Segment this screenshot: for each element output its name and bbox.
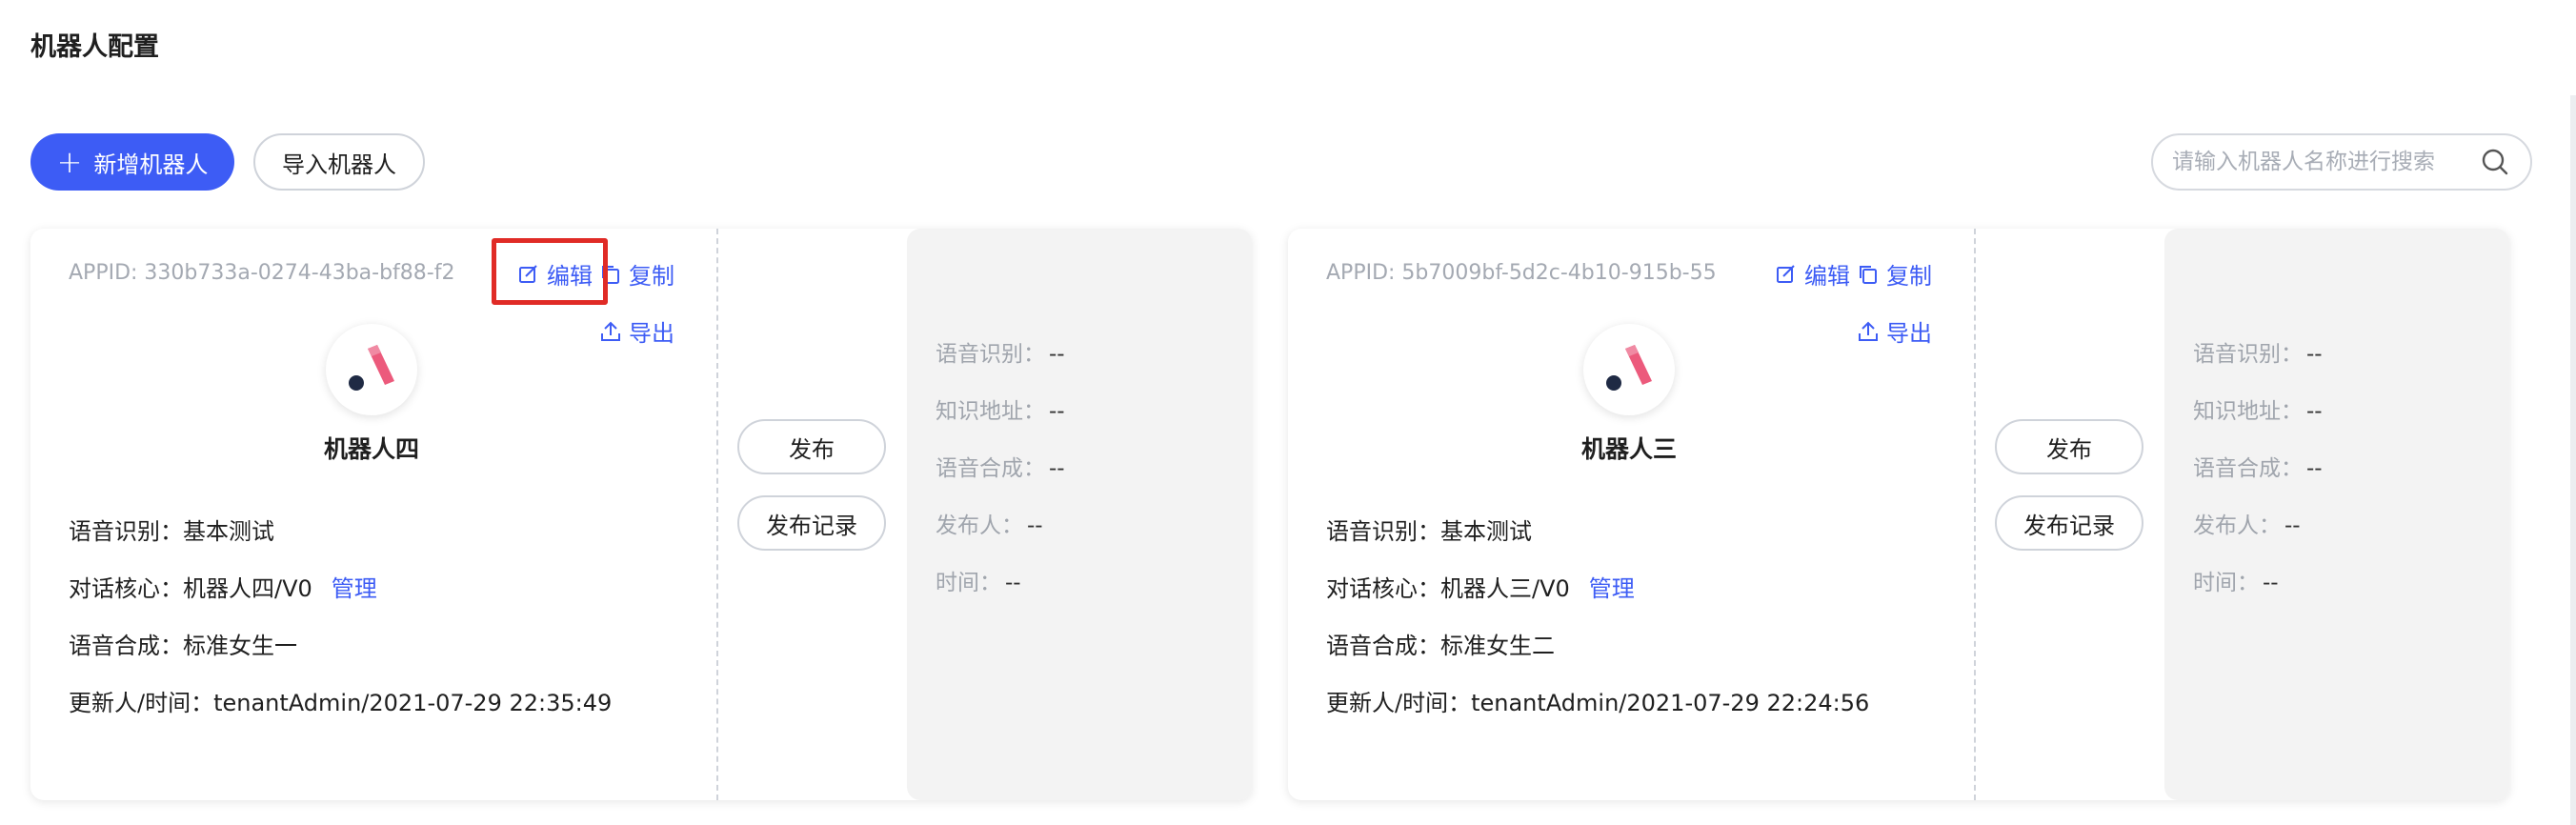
page-title: 机器人配置 xyxy=(30,32,159,62)
robot-name: 机器人三 xyxy=(1580,435,1677,463)
robot-avatar xyxy=(1583,324,1675,415)
side-row: 时间： -- xyxy=(936,571,1021,595)
copy-label: 复制 xyxy=(1886,263,1932,290)
robot-logo-icon xyxy=(349,345,394,391)
card-actions: 发布 发布记录 xyxy=(718,229,907,800)
publish-button[interactable]: 发布 xyxy=(737,419,886,474)
edit-label: 编辑 xyxy=(547,263,593,290)
copy-link[interactable]: 复制 xyxy=(600,257,674,291)
side-row: 语音识别： -- xyxy=(2193,342,2323,367)
card-main: APPID: 5b7009bf-5d2c-4b10-915b-55 编辑 复制 … xyxy=(1288,229,1974,800)
export-label: 导出 xyxy=(629,320,674,347)
updated-info: 更新人/时间：tenantAdmin/2021-07-29 22:35:49 xyxy=(69,690,613,716)
side-row: 语音合成： -- xyxy=(2193,456,2323,481)
robot-card: APPID: 5b7009bf-5d2c-4b10-915b-55 编辑 复制 … xyxy=(1288,229,2509,800)
export-icon xyxy=(601,321,620,341)
add-robot-label: 新增机器人 xyxy=(93,151,209,178)
tts-info: 语音合成：标准女生二 xyxy=(1326,633,1555,659)
dialog-info: 对话核心：机器人三/V0 管理 xyxy=(1326,570,1635,603)
side-row: 时间： -- xyxy=(2193,571,2279,595)
add-robot-button[interactable]: + 新增机器人 xyxy=(30,133,234,191)
updated-info: 更新人/时间：tenantAdmin/2021-07-29 22:24:56 xyxy=(1326,690,1870,716)
edit-icon xyxy=(519,264,537,283)
edit-icon xyxy=(1777,264,1795,283)
card-main: APPID: 330b733a-0274-43ba-bf88-f2 编辑 复制 … xyxy=(30,229,716,800)
copy-link[interactable]: 复制 xyxy=(1858,257,1932,291)
search-input[interactable] xyxy=(2172,150,2479,174)
scrollbar[interactable] xyxy=(2570,95,2576,825)
side-row: 知识地址： -- xyxy=(936,399,1065,424)
edit-label: 编辑 xyxy=(1804,263,1850,290)
card-actions: 发布 发布记录 xyxy=(1976,229,2164,800)
copy-icon xyxy=(1860,265,1877,284)
copy-icon xyxy=(602,265,619,284)
side-row: 语音识别： -- xyxy=(936,342,1065,367)
plus-icon: + xyxy=(56,144,83,180)
dialog-text: 对话核心：机器人三/V0 xyxy=(1326,575,1570,602)
export-link[interactable]: 导出 xyxy=(1858,314,1932,348)
side-row: 发布人： -- xyxy=(2193,513,2301,538)
export-icon xyxy=(1859,321,1878,341)
robot-avatar xyxy=(326,324,417,415)
side-row: 发布人： -- xyxy=(936,513,1043,538)
publish-button[interactable]: 发布 xyxy=(1995,419,2143,474)
export-link[interactable]: 导出 xyxy=(600,314,674,348)
side-row: 知识地址： -- xyxy=(2193,399,2323,424)
robot-name: 机器人四 xyxy=(323,435,419,463)
edit-link[interactable]: 编辑 xyxy=(518,257,593,291)
side-row: 语音合成： -- xyxy=(936,456,1065,481)
publish-info-panel: 语音识别： -- 知识地址： -- 语音合成： -- 发布人： -- 时间： -- xyxy=(907,229,1252,800)
search-icon[interactable] xyxy=(2479,146,2511,178)
tts-info: 语音合成：标准女生一 xyxy=(69,633,297,659)
copy-label: 复制 xyxy=(629,263,674,290)
search-box xyxy=(2151,133,2532,191)
publish-info-panel: 语音识别： -- 知识地址： -- 语音合成： -- 发布人： -- 时间： -- xyxy=(2164,229,2509,800)
asr-info: 语音识别：基本测试 xyxy=(69,518,274,545)
export-label: 导出 xyxy=(1886,320,1932,347)
publish-history-button[interactable]: 发布记录 xyxy=(1995,495,2143,551)
edit-link[interactable]: 编辑 xyxy=(1776,257,1850,291)
robot-card: APPID: 330b733a-0274-43ba-bf88-f2 编辑 复制 … xyxy=(30,229,1252,800)
manage-link[interactable]: 管理 xyxy=(332,575,377,602)
appid-text: APPID: 5b7009bf-5d2c-4b10-915b-55 xyxy=(1326,261,1717,285)
publish-history-button[interactable]: 发布记录 xyxy=(737,495,886,551)
asr-info: 语音识别：基本测试 xyxy=(1326,518,1532,545)
import-robot-button[interactable]: 导入机器人 xyxy=(253,133,425,191)
dialog-text: 对话核心：机器人四/V0 xyxy=(69,575,312,602)
dialog-info: 对话核心：机器人四/V0 管理 xyxy=(69,570,377,603)
manage-link[interactable]: 管理 xyxy=(1589,575,1635,602)
appid-text: APPID: 330b733a-0274-43ba-bf88-f2 xyxy=(69,261,455,285)
robot-logo-icon xyxy=(1606,345,1652,391)
top-bar: 机器人配置 xyxy=(0,0,2576,95)
